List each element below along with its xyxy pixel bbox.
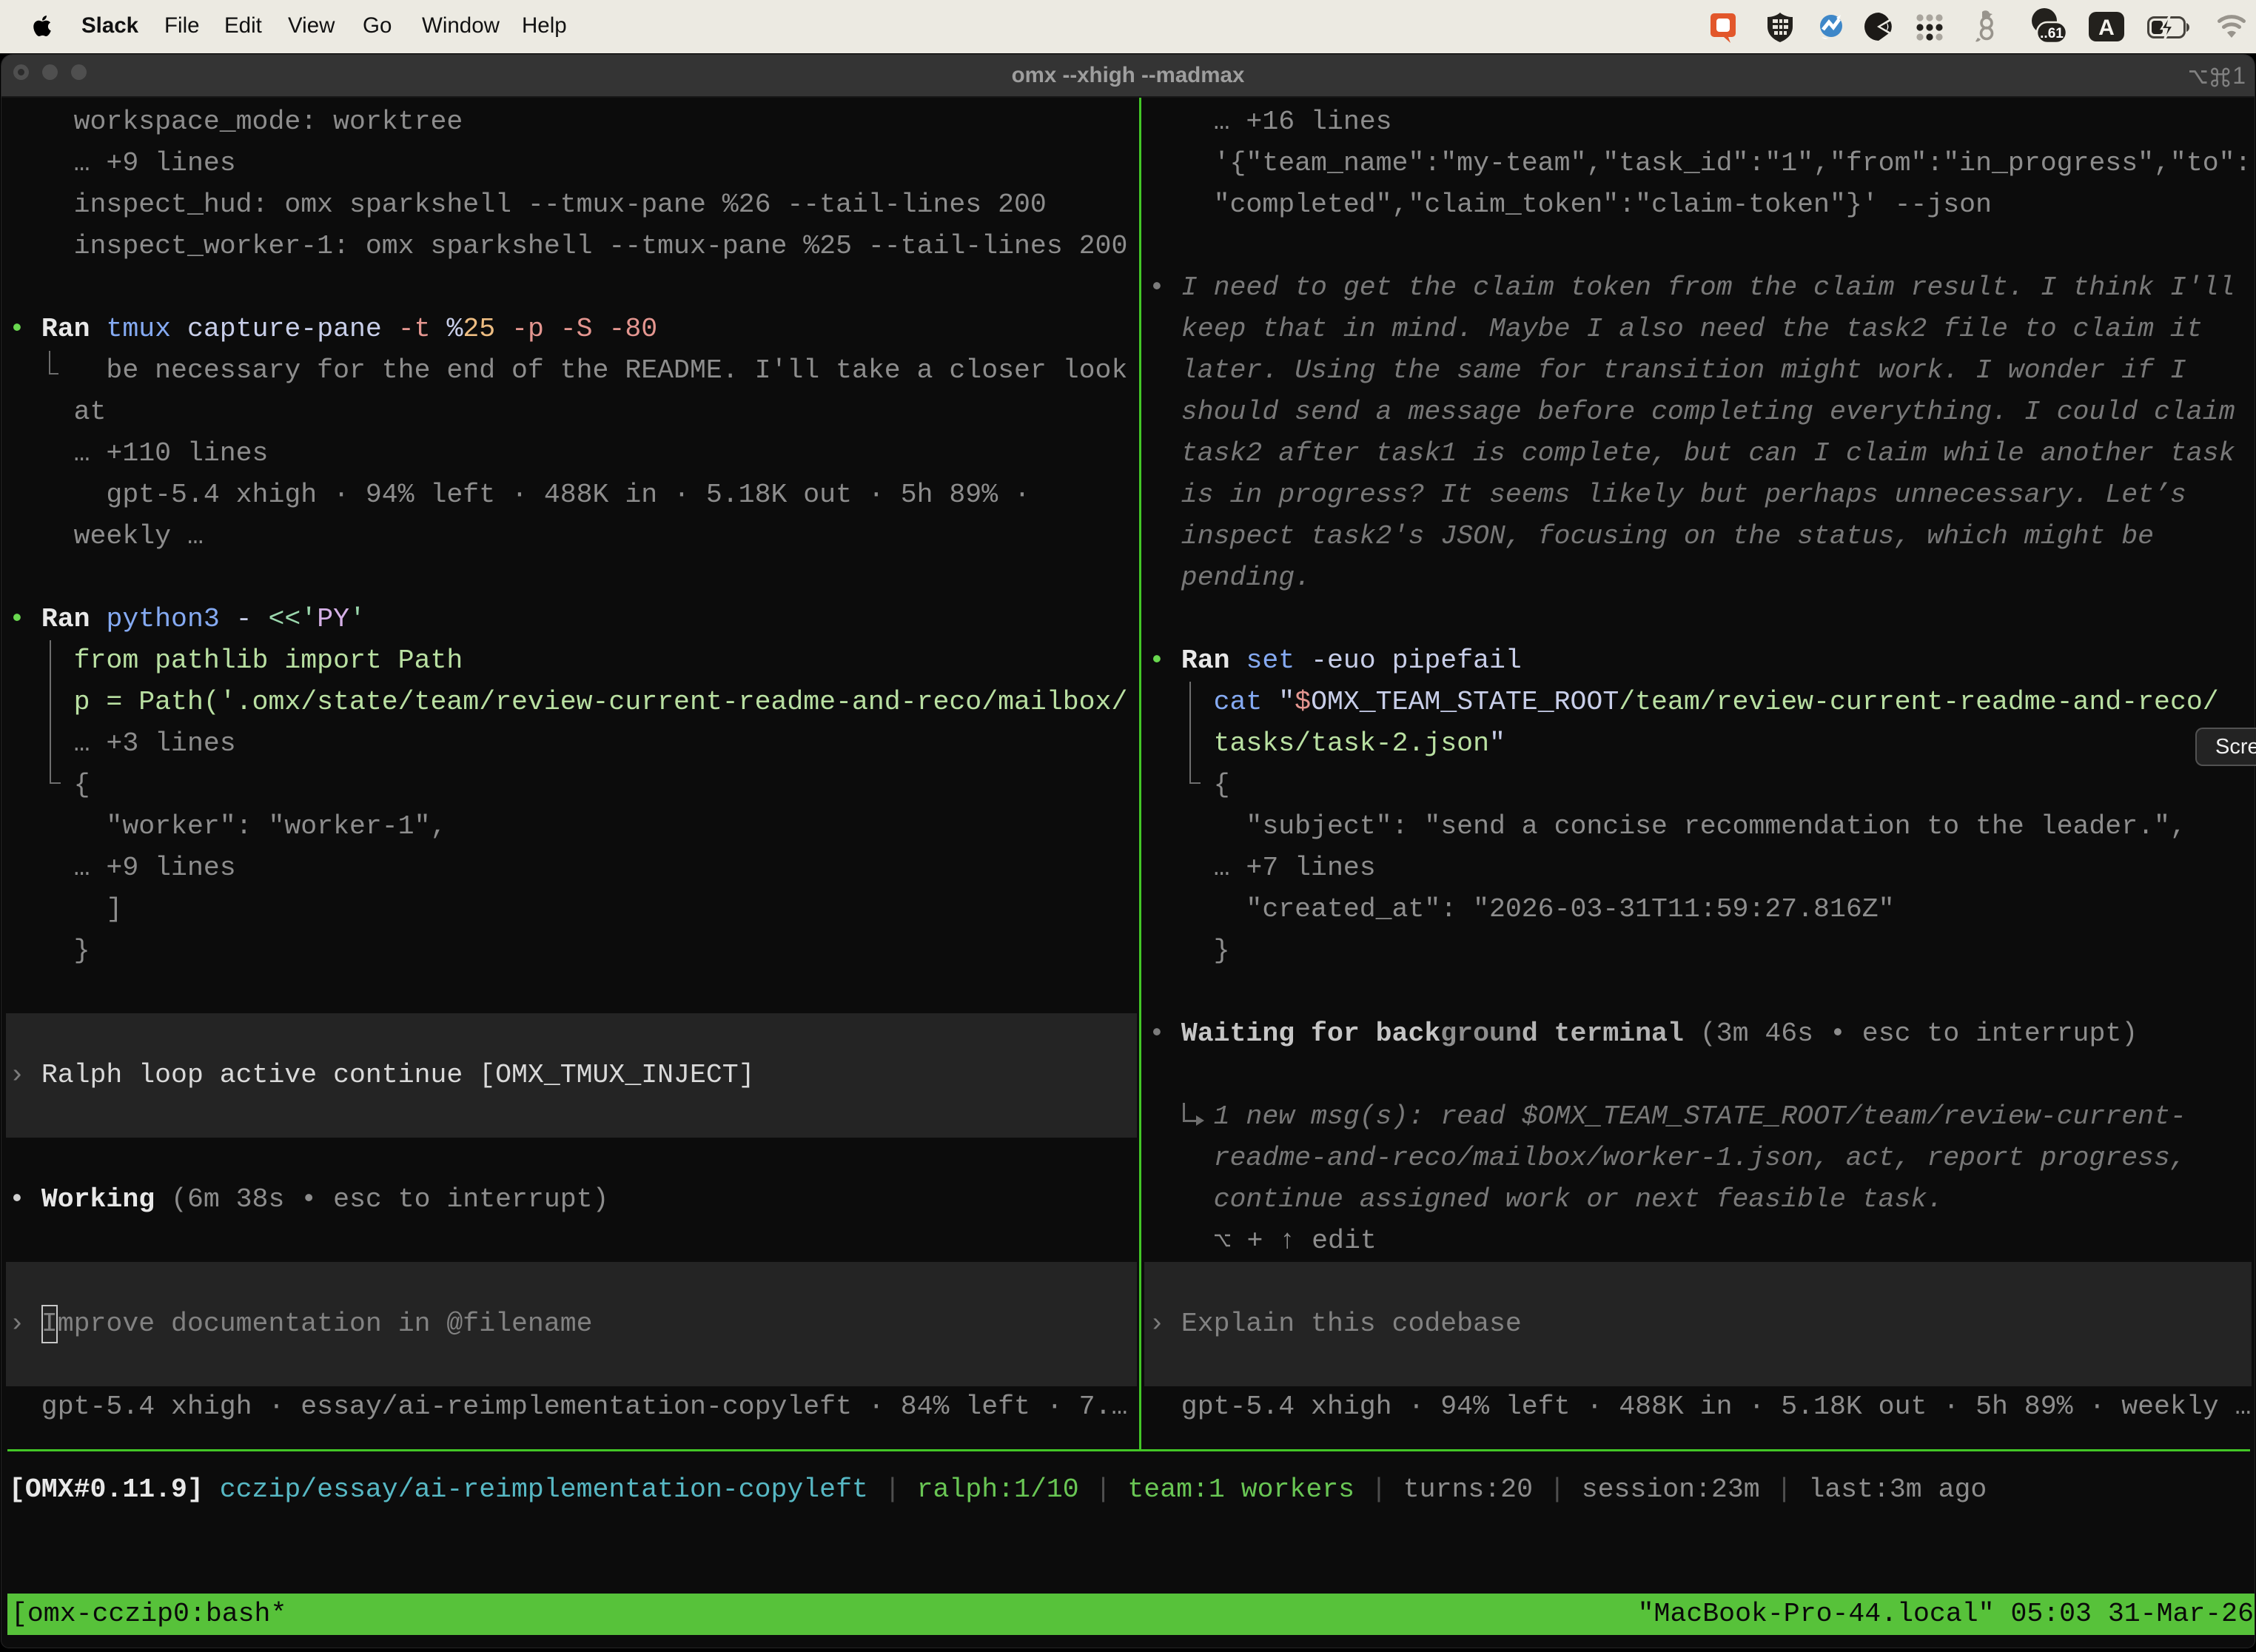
svg-text:..61: ..61	[2040, 26, 2064, 41]
svg-text:A: A	[2098, 16, 2115, 40]
